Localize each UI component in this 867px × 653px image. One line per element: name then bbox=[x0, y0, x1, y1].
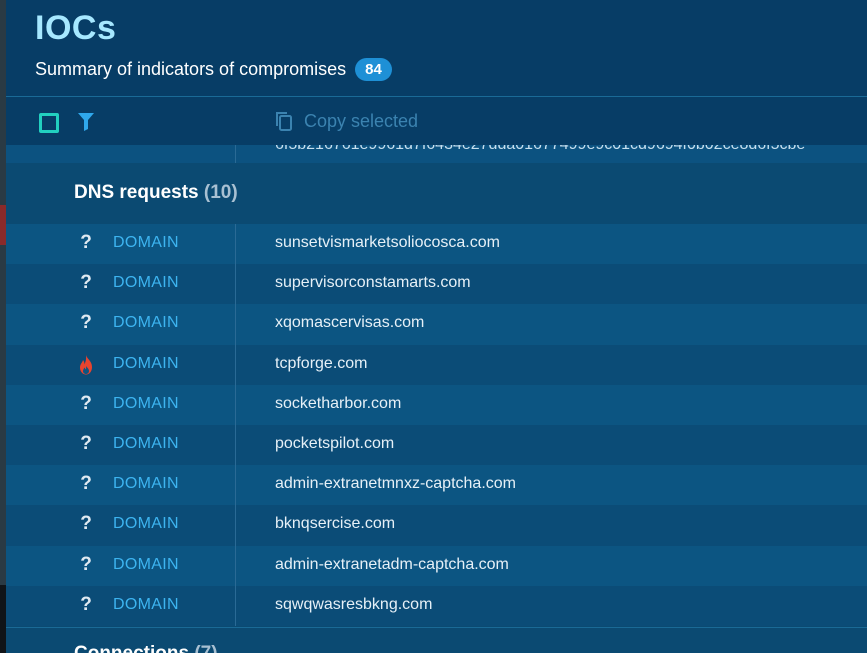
ioc-count-badge: 84 bbox=[355, 58, 392, 81]
column-divider bbox=[235, 264, 236, 305]
ioc-value[interactable]: sunsetvismarketsoliocosca.com bbox=[275, 234, 500, 252]
ioc-type: DOMAIN bbox=[113, 475, 179, 493]
column-divider bbox=[235, 585, 236, 626]
column-divider bbox=[235, 505, 236, 546]
connections-section-count: (7) bbox=[194, 643, 217, 653]
column-divider bbox=[235, 224, 236, 265]
column-divider bbox=[235, 545, 236, 586]
subtitle-row: Summary of indicators of compromises 84 bbox=[35, 58, 392, 81]
ioc-row[interactable]: ? DOMAIN supervisorconstamarts.com bbox=[6, 264, 867, 305]
ioc-type: DOMAIN bbox=[113, 354, 179, 372]
ioc-type: DOMAIN bbox=[113, 434, 179, 452]
connections-section-title[interactable]: Connections (7) bbox=[74, 643, 218, 653]
connections-section: Connections (7) bbox=[6, 627, 867, 653]
ioc-row[interactable]: ? DOMAIN sunsetvismarketsoliocosca.com bbox=[6, 224, 867, 265]
ioc-row[interactable]: ? DOMAIN socketharbor.com bbox=[6, 384, 867, 425]
ioc-value[interactable]: bknqsercise.com bbox=[275, 515, 395, 533]
previous-section-row: 6f5b216761e9961d7f6434e27dda01677499e9c0… bbox=[6, 145, 867, 163]
ioc-row[interactable]: ? DOMAIN admin-extranetadm-captcha.com bbox=[6, 545, 867, 586]
ioc-type: DOMAIN bbox=[113, 274, 179, 292]
dns-requests-list: ? DOMAIN sunsetvismarketsoliocosca.com ?… bbox=[6, 224, 867, 626]
column-divider bbox=[235, 344, 236, 385]
ioc-type: DOMAIN bbox=[113, 515, 179, 533]
unknown-icon: ? bbox=[80, 553, 92, 575]
ioc-row[interactable]: ? DOMAIN bknqsercise.com bbox=[6, 505, 867, 546]
unknown-icon: ? bbox=[80, 432, 92, 454]
ioc-row[interactable]: ? DOMAIN admin-extranetmnxz-captcha.com bbox=[6, 465, 867, 506]
iocs-panel: IOCs Summary of indicators of compromise… bbox=[6, 0, 867, 653]
column-divider bbox=[235, 304, 236, 345]
unknown-icon: ? bbox=[80, 392, 92, 414]
filter-icon[interactable] bbox=[78, 113, 94, 131]
page-subtitle: Summary of indicators of compromises bbox=[35, 59, 347, 79]
ioc-row[interactable]: DOMAIN tcpforge.com bbox=[6, 344, 867, 385]
ioc-value[interactable]: xqomascervisas.com bbox=[275, 314, 424, 332]
ioc-value[interactable]: admin-extranetadm-captcha.com bbox=[275, 556, 509, 574]
ioc-row[interactable]: ? DOMAIN sqwqwasresbkng.com bbox=[6, 585, 867, 626]
ioc-type: DOMAIN bbox=[113, 234, 179, 251]
ioc-type: DOMAIN bbox=[113, 595, 179, 613]
ioc-value[interactable]: tcpforge.com bbox=[275, 355, 367, 373]
ioc-row[interactable]: ? DOMAIN pocketspilot.com bbox=[6, 424, 867, 466]
ioc-value[interactable]: admin-extranetmnxz-captcha.com bbox=[275, 475, 516, 493]
unknown-icon: ? bbox=[80, 513, 92, 535]
ioc-type: DOMAIN bbox=[113, 394, 179, 412]
unknown-icon: ? bbox=[80, 593, 92, 615]
dns-section-title[interactable]: DNS requests (10) bbox=[74, 182, 238, 204]
copy-selected-button[interactable]: Copy selected bbox=[304, 111, 418, 132]
copy-icon[interactable] bbox=[274, 111, 294, 131]
ioc-value[interactable]: sqwqwasresbkng.com bbox=[275, 596, 432, 614]
hash-value[interactable]: 6f5b216761e9961d7f6434e27dda01677499e9c0… bbox=[275, 145, 805, 154]
column-divider bbox=[235, 465, 236, 506]
ioc-row[interactable]: ? DOMAIN xqomascervisas.com bbox=[6, 304, 867, 345]
column-divider bbox=[235, 384, 236, 425]
ioc-value[interactable]: socketharbor.com bbox=[275, 395, 401, 413]
connections-section-label: Connections bbox=[74, 643, 189, 653]
ioc-value[interactable]: pocketspilot.com bbox=[275, 435, 394, 453]
dns-section-label: DNS requests bbox=[74, 182, 199, 203]
page-title: IOCs bbox=[35, 9, 117, 47]
ioc-value[interactable]: supervisorconstamarts.com bbox=[275, 274, 471, 292]
ioc-type: DOMAIN bbox=[113, 314, 179, 332]
column-divider bbox=[235, 424, 236, 466]
toolbar: Copy selected bbox=[6, 97, 867, 145]
ioc-type: DOMAIN bbox=[113, 555, 179, 573]
panel-header: IOCs Summary of indicators of compromise… bbox=[6, 0, 867, 97]
malicious-fire-icon bbox=[80, 354, 92, 375]
unknown-icon: ? bbox=[80, 473, 92, 495]
column-divider bbox=[235, 145, 236, 163]
unknown-icon: ? bbox=[80, 272, 92, 294]
unknown-icon: ? bbox=[80, 312, 92, 334]
select-all-checkbox[interactable] bbox=[39, 113, 59, 133]
dns-section-count: (10) bbox=[203, 182, 238, 203]
unknown-icon: ? bbox=[80, 232, 92, 253]
